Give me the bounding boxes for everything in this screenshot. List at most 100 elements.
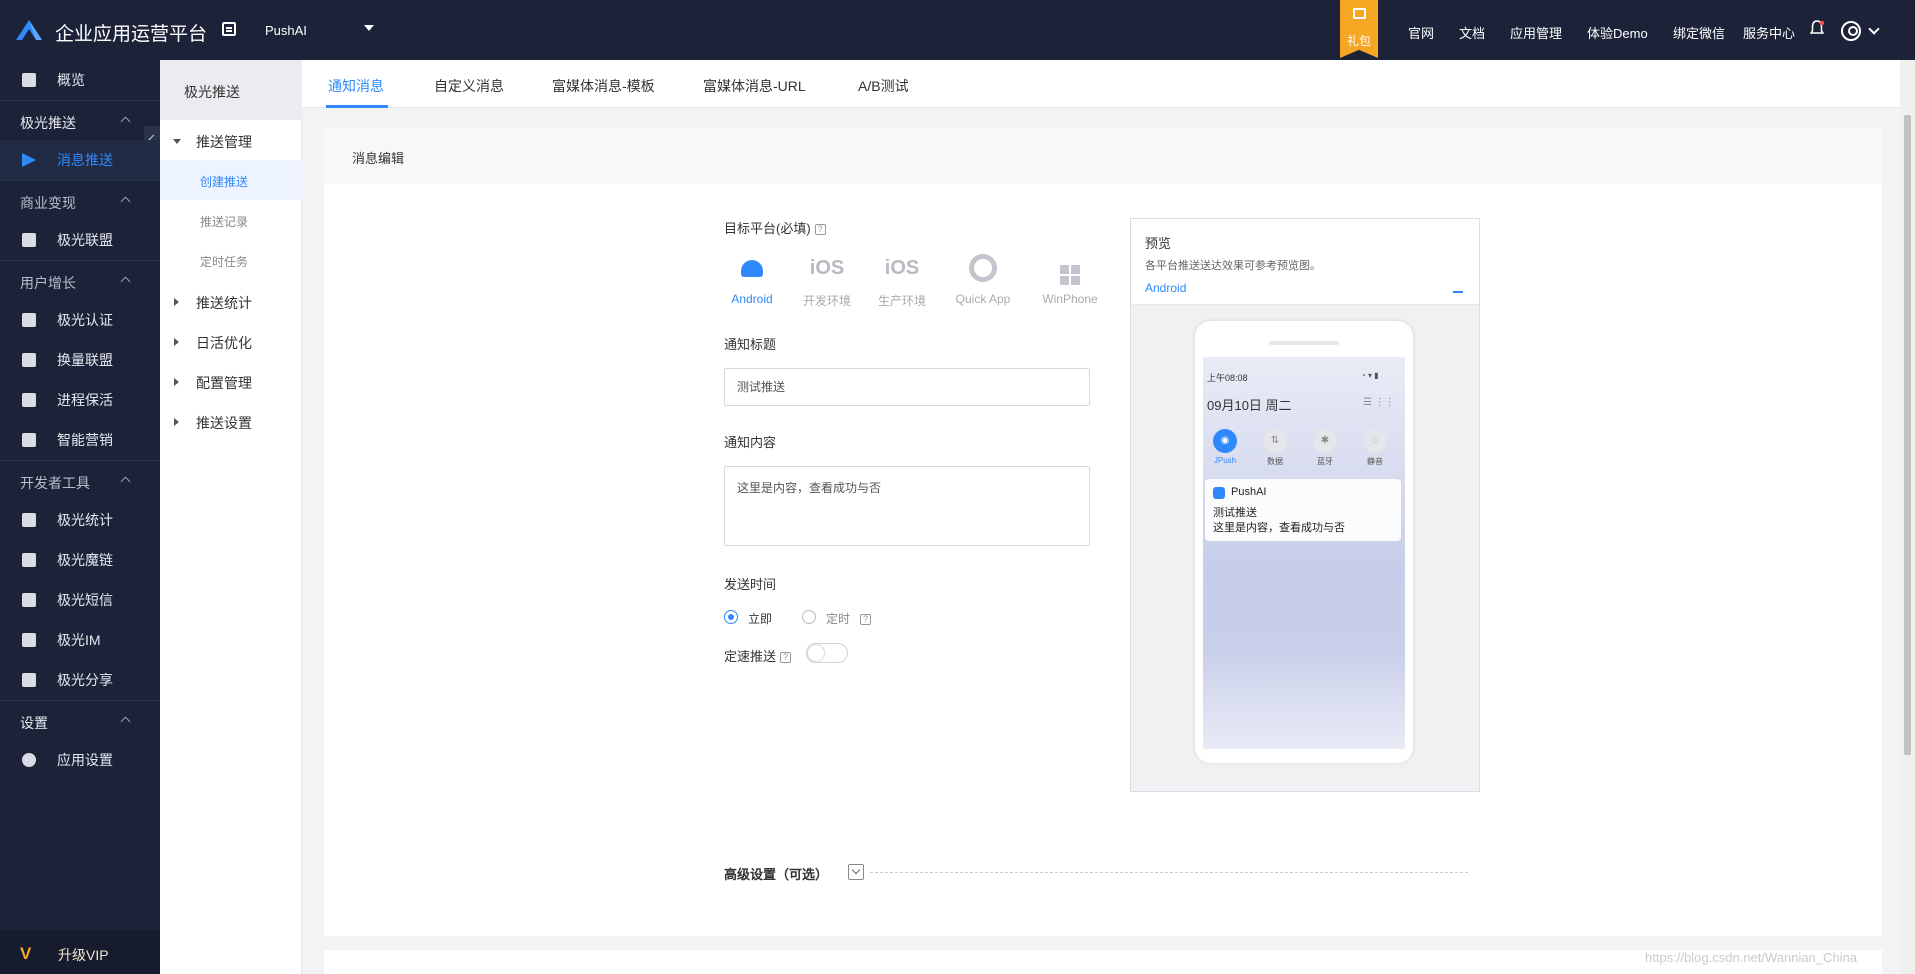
subnav-item-scheduled-tasks[interactable]: 定时任务	[160, 240, 302, 280]
sidebar-section-growth[interactable]: 用户增长	[0, 260, 160, 300]
sidebar-section-jpush[interactable]: 极光推送	[0, 100, 160, 140]
wifi-icon: ◉	[1213, 429, 1237, 453]
sidebar-item-sms[interactable]: 极光短信	[0, 580, 160, 620]
sidebar-item-app-settings[interactable]: 应用设置	[0, 740, 160, 780]
platform-quick-app[interactable]: Quick App	[943, 250, 1023, 306]
phone-mockup: 上午08:08 ◔ ▾ ▮ 09月10日 周二 ☰ ⋮⋮ ◉ JPush ⇅ 数…	[1195, 321, 1413, 763]
platform-winphone[interactable]: WinPhone	[1030, 250, 1110, 306]
quick-setting-data: ⇅ 数据	[1255, 429, 1295, 467]
tab-custom-message[interactable]: 自定义消息	[434, 76, 504, 96]
gift-badge[interactable]: 礼包	[1340, 0, 1378, 58]
subnav-item-push-records[interactable]: 推送记录	[160, 200, 302, 240]
sidebar-item-im[interactable]: 极光IM	[0, 620, 160, 660]
subnav-item-label: 定时任务	[200, 255, 249, 269]
nav-docs[interactable]: 文档	[1459, 23, 1485, 42]
nav-demo[interactable]: 体验Demo	[1587, 23, 1648, 42]
notification-app-name: PushAI	[1231, 486, 1267, 498]
subnav-group-label: 推送管理	[196, 134, 252, 150]
subnav-group-label: 配置管理	[196, 375, 252, 391]
app-notification-icon	[1213, 487, 1225, 499]
advanced-settings-label[interactable]: 高级设置（可选）	[724, 864, 828, 883]
caret-right-icon	[174, 378, 179, 386]
shield-icon	[22, 313, 36, 327]
sidebar-section-dev-tools[interactable]: 开发者工具	[0, 460, 160, 500]
mute-icon: ◌	[1363, 429, 1387, 453]
upgrade-vip-button[interactable]: V 升级VIP	[0, 930, 160, 974]
sidebar-item-verification[interactable]: 极光认证	[0, 300, 160, 340]
subnav-group-dau-optimization[interactable]: 日活优化	[160, 333, 302, 353]
send-scheduled-label: 定时?	[826, 610, 872, 627]
status-bar-time: 上午08:08	[1207, 373, 1248, 383]
vip-icon: V	[20, 944, 32, 963]
sidebar-section-settings[interactable]: 设置	[0, 700, 160, 740]
gift-icon	[1353, 8, 1366, 19]
nav-app-management[interactable]: 应用管理	[1510, 23, 1562, 42]
help-icon[interactable]: ?	[860, 614, 872, 626]
platform-label: 生产环境	[877, 294, 926, 308]
chevron-up-icon	[120, 196, 131, 207]
tab-rich-media-url[interactable]: 富媒体消息-URL	[703, 76, 806, 96]
sidebar-item-traffic-exchange[interactable]: 换量联盟	[0, 340, 160, 380]
subnav-item-create-push[interactable]: 创建推送	[160, 160, 302, 200]
tab-ab-test[interactable]: A/B测试	[858, 76, 909, 96]
notification-content-textarea[interactable]: 这里是内容，查看成功与否	[724, 466, 1090, 546]
send-scheduled-radio[interactable]	[802, 610, 816, 624]
sidebar-item-magic-link[interactable]: 极光魔链	[0, 540, 160, 580]
platform-android[interactable]: Android	[712, 250, 792, 306]
notification-title: 测试推送	[1213, 507, 1257, 519]
sidebar-item-label: 消息推送	[57, 152, 113, 168]
bell-icon[interactable]	[1810, 20, 1824, 36]
sidebar-item-label: 智能营销	[57, 432, 113, 448]
sidebar-item-keep-alive[interactable]: 进程保活	[0, 380, 160, 420]
vertical-scrollbar[interactable]	[1900, 60, 1915, 974]
sidebar-item-label: 极光分享	[57, 672, 113, 688]
sidebar-item-message-push[interactable]: 消息推送	[0, 140, 160, 180]
chevron-down-icon[interactable]	[1868, 23, 1880, 35]
tab-rich-media-template[interactable]: 富媒体消息-模板	[552, 76, 655, 96]
minus-icon[interactable]	[1453, 291, 1463, 293]
platform-ios-dev[interactable]: iOS 开发环境	[787, 250, 867, 309]
notification-title-input[interactable]: 测试推送	[724, 368, 1090, 406]
help-icon[interactable]: ?	[814, 224, 826, 236]
sidebar-item-alliance[interactable]: 极光联盟	[0, 220, 160, 260]
pie-chart-icon	[22, 513, 36, 527]
home-icon	[22, 73, 36, 87]
subnav-item-label: 创建推送	[200, 175, 249, 189]
windows-icon	[1060, 265, 1080, 285]
nav-official-site[interactable]: 官网	[1408, 23, 1434, 42]
android-icon	[741, 260, 763, 277]
scrollbar-thumb[interactable]	[1904, 115, 1911, 755]
subnav-group-push-management[interactable]: 推送管理	[160, 132, 302, 152]
sidebar-item-smart-marketing[interactable]: 智能营销	[0, 420, 160, 460]
platform-ios-prod[interactable]: iOS 生产环境	[862, 250, 942, 309]
subnav-group-label: 推送设置	[196, 415, 252, 431]
chat-icon	[22, 633, 36, 647]
caret-down-icon[interactable]	[364, 25, 374, 31]
user-avatar-icon[interactable]	[1841, 21, 1861, 41]
gift-label: 礼包	[1346, 34, 1371, 48]
main-content: 通知消息 自定义消息 富媒体消息-模板 富媒体消息-URL A/B测试 消息编辑	[302, 60, 1900, 974]
preview-platform-tab[interactable]: Android	[1145, 281, 1186, 295]
help-icon[interactable]: ?	[780, 652, 792, 664]
nav-service-center[interactable]: 服务中心	[1743, 23, 1795, 42]
quick-setting-label: JPush	[1213, 456, 1237, 465]
send-now-radio[interactable]	[724, 610, 738, 624]
sidebar-item-analytics[interactable]: 极光统计	[0, 500, 160, 540]
send-time-label: 发送时间	[724, 577, 777, 592]
app-selector[interactable]: PushAI	[265, 23, 307, 38]
expand-advanced-icon[interactable]	[848, 864, 864, 880]
sidebar-item-overview[interactable]: 概览	[0, 60, 160, 100]
sidebar-item-label: 极光统计	[57, 512, 113, 528]
subnav-group-push-stats[interactable]: 推送统计	[160, 293, 302, 313]
notification-title-label: 通知标题	[724, 337, 777, 352]
subnav-group-push-settings[interactable]: 推送设置	[160, 413, 302, 433]
nav-bind-wechat[interactable]: 绑定微信	[1673, 23, 1725, 42]
logo-icon[interactable]	[14, 18, 44, 42]
caret-down-icon	[173, 139, 181, 144]
sidebar-item-share[interactable]: 极光分享	[0, 660, 160, 700]
tab-notification[interactable]: 通知消息	[328, 76, 384, 96]
ios-icon: iOS	[809, 257, 845, 279]
sidebar-section-monetization[interactable]: 商业变现	[0, 180, 160, 220]
rate-push-toggle[interactable]	[806, 643, 848, 663]
subnav-group-config-management[interactable]: 配置管理	[160, 373, 302, 393]
